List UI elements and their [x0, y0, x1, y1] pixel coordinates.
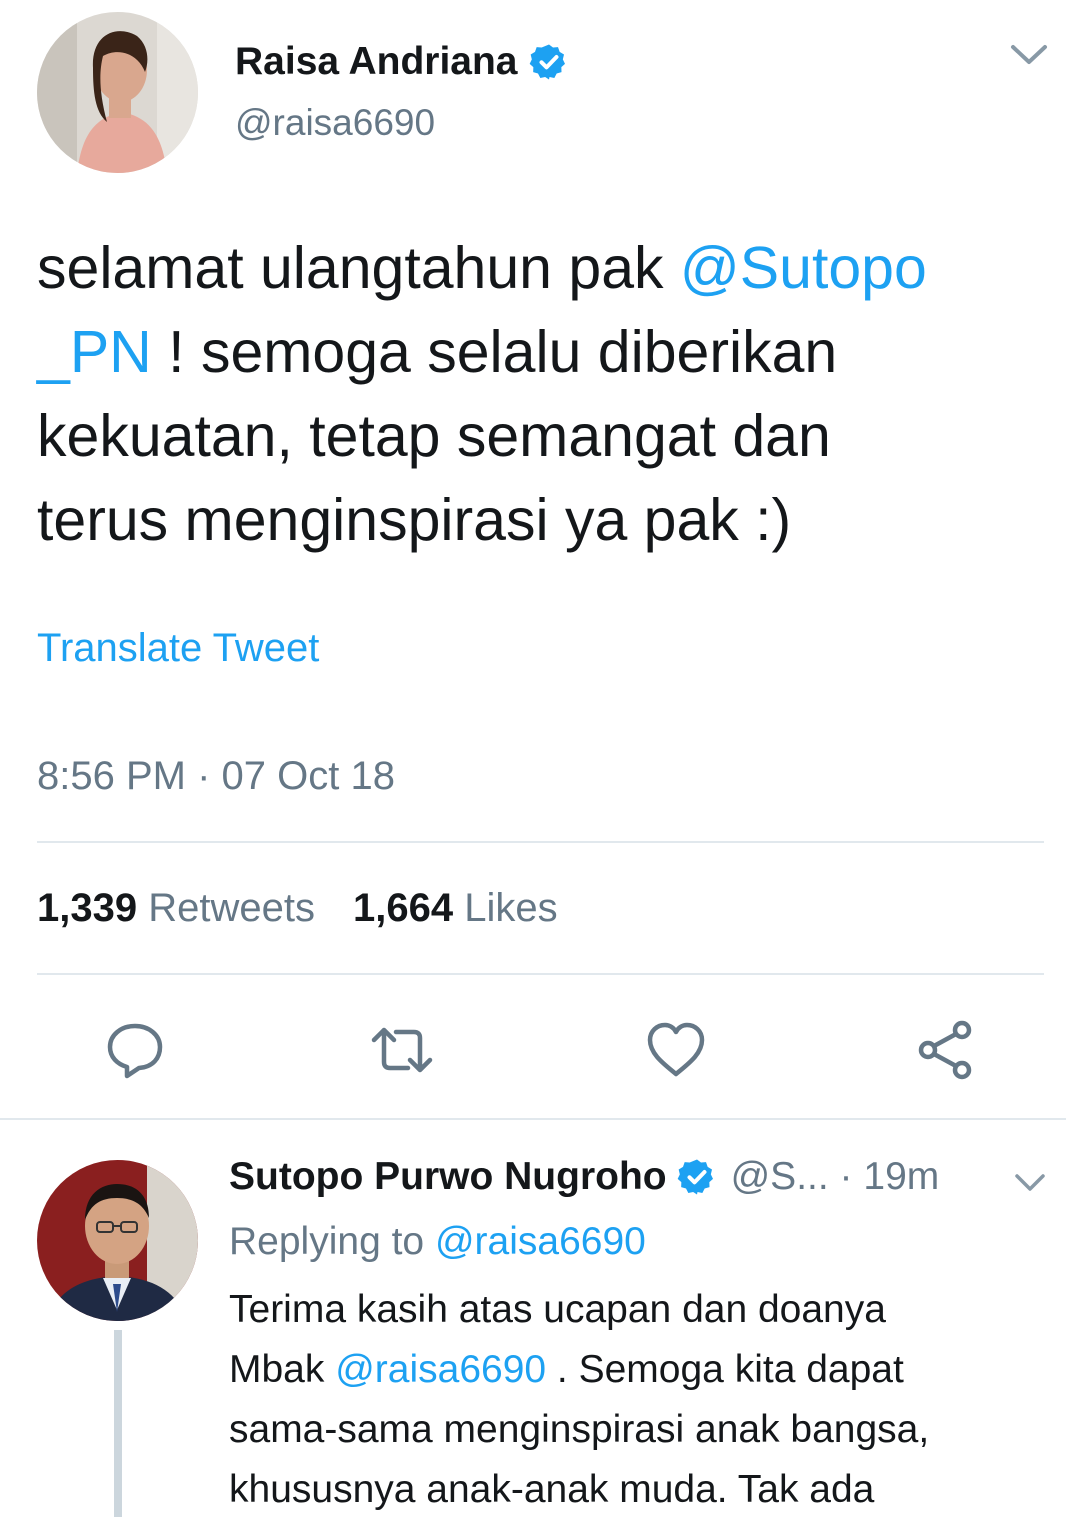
verified-badge-icon [529, 42, 569, 82]
replying-to: Replying to @raisa6690 [229, 1220, 646, 1264]
replying-to-label: Replying to [229, 1220, 435, 1263]
reply-author-avatar[interactable] [37, 1160, 198, 1321]
heart-icon[interactable] [644, 1018, 708, 1082]
main-tweet: Raisa Andriana @raisa6690 selamat ulangt… [0, 0, 1066, 1118]
author-handle[interactable]: @raisa6690 [235, 102, 435, 144]
tweet-text-part: selamat ulangtahun pak [37, 235, 680, 301]
translate-tweet-link[interactable]: Translate Tweet [37, 626, 319, 671]
like-label: Likes [464, 886, 558, 930]
verified-badge-icon [677, 1157, 717, 1197]
like-count: 1,664 [352, 886, 454, 930]
thread-line [114, 1330, 122, 1517]
reply-author-handle[interactable]: @S... [731, 1155, 829, 1199]
reply-time[interactable]: 19m [863, 1155, 939, 1199]
chevron-down-icon[interactable] [1009, 42, 1049, 68]
reply-icon[interactable] [103, 1018, 167, 1082]
chevron-down-icon[interactable] [1014, 1172, 1046, 1194]
retweet-icon[interactable] [370, 1018, 434, 1082]
time-separator: · [828, 1155, 864, 1198]
retweets-stat[interactable]: 1,339 Retweets [37, 886, 315, 930]
author-name-row[interactable]: Raisa Andriana [235, 40, 569, 84]
tweet-text-part: ! semoga selalu diberikan kekuatan, teta… [37, 319, 838, 553]
retweet-count: 1,339 [37, 886, 138, 930]
likes-stat[interactable]: 1,664 Likes [353, 886, 558, 930]
share-icon[interactable] [914, 1018, 978, 1082]
mention-link-continued[interactable]: _PN [37, 319, 152, 385]
mention-link[interactable]: @Sutopo [680, 235, 927, 301]
author-name[interactable]: Raisa Andriana [235, 40, 517, 84]
divider [37, 841, 1044, 843]
author-avatar[interactable] [37, 12, 198, 173]
tweet-text: selamat ulangtahun pak @Sutopo _PN ! semo… [37, 226, 1047, 562]
reply-mention-link[interactable]: @raisa6690 [335, 1348, 546, 1391]
tweet-stats: 1,339 Retweets 1,664 Likes [37, 886, 558, 931]
divider [37, 973, 1044, 975]
reply-header[interactable]: Sutopo Purwo Nugroho @S... · 19m [229, 1155, 939, 1199]
tweet-timestamp[interactable]: 8:56 PM · 07 Oct 18 [37, 754, 395, 799]
reply-text: Terima kasih atas ucapan dan doanya Mbak… [229, 1280, 1049, 1520]
section-divider [0, 1118, 1066, 1120]
reply-author-name[interactable]: Sutopo Purwo Nugroho [229, 1155, 667, 1199]
retweet-label: Retweets [148, 886, 315, 930]
replying-to-handle[interactable]: @raisa6690 [435, 1220, 646, 1263]
